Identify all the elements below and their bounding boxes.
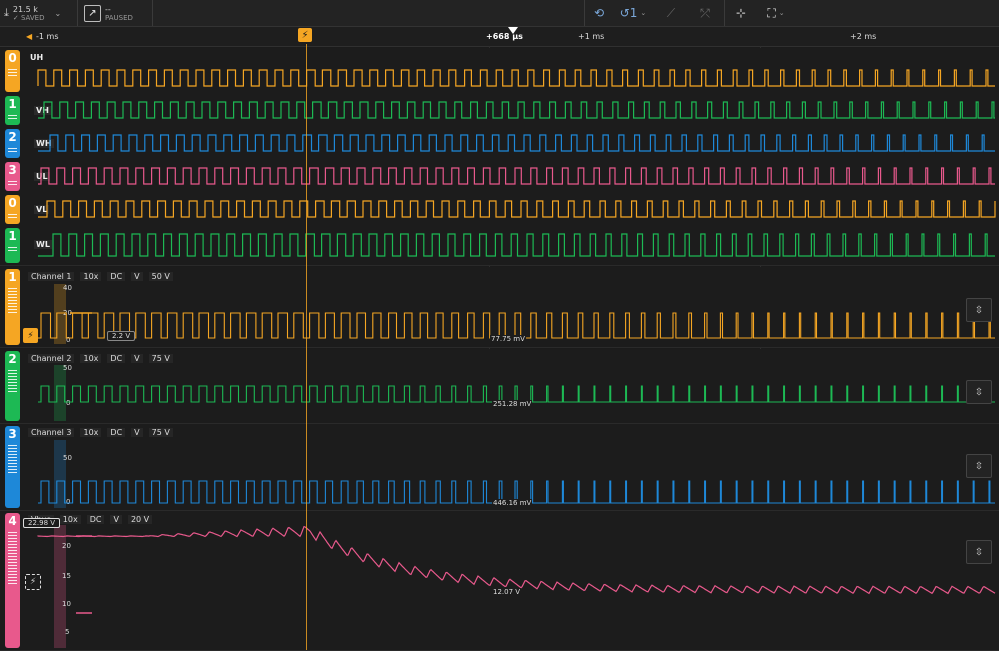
autoscale-button[interactable]: ⇳ bbox=[966, 454, 992, 478]
mid-value: 77.75 mV bbox=[490, 335, 526, 343]
autoscale-icon: ⇳ bbox=[974, 304, 984, 316]
digital-trace-vh bbox=[38, 101, 995, 119]
mid-value: 12.07 V bbox=[492, 588, 522, 596]
autoscale-icon: ⇳ bbox=[974, 546, 984, 558]
digital-trace-vl bbox=[38, 200, 996, 218]
digital-trace-uh bbox=[37, 69, 995, 87]
waveform-canvas[interactable] bbox=[0, 0, 999, 650]
trigger-cursor-line[interactable] bbox=[306, 44, 307, 650]
autoscale-icon: ⇳ bbox=[974, 460, 984, 472]
trigger-level-value[interactable]: 2.2 V bbox=[107, 331, 136, 341]
analog-trace-vbus bbox=[37, 525, 996, 595]
digital-trace-ul bbox=[38, 167, 995, 185]
digital-trace-wl bbox=[38, 233, 995, 257]
autoscale-icon: ⇳ bbox=[974, 386, 984, 398]
vbus-cursor-value[interactable]: 22.98 V bbox=[23, 518, 61, 528]
autoscale-button[interactable]: ⇳ bbox=[966, 298, 992, 322]
digital-trace-wh bbox=[38, 134, 995, 152]
mid-value: 446.16 mV bbox=[492, 499, 533, 507]
autoscale-button[interactable]: ⇳ bbox=[966, 380, 992, 404]
trigger-marker-icon[interactable]: ⚡ bbox=[298, 28, 312, 42]
vbus-trigger-icon[interactable]: ⚡ bbox=[25, 574, 41, 590]
autoscale-button[interactable]: ⇳ bbox=[966, 540, 992, 564]
trigger-level-icon[interactable]: ⚡ bbox=[23, 328, 38, 343]
mid-value: 251.28 mV bbox=[492, 400, 533, 408]
